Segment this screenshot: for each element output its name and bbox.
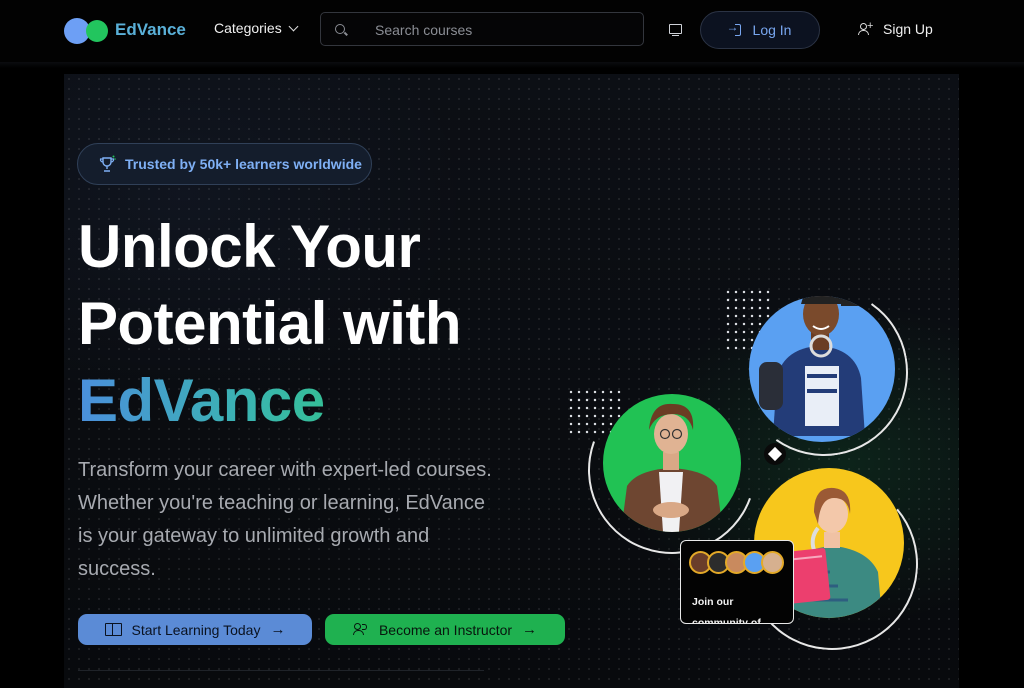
student-photo xyxy=(749,296,895,442)
search-input[interactable] xyxy=(373,13,637,47)
hero-description: Transform your career with expert-led co… xyxy=(78,459,492,580)
hero-section: Trusted by 50k+ learners worldwide Unloc… xyxy=(64,74,959,688)
navbar-shadow xyxy=(0,62,1024,68)
signup-button[interactable]: Sign Up xyxy=(858,20,933,37)
chevron-down-icon xyxy=(288,21,299,31)
monitor-icon[interactable] xyxy=(669,24,682,37)
start-learning-label: Start Learning Today xyxy=(131,621,261,638)
login-label: Log In xyxy=(752,22,792,38)
hero-headline: Unlock Your Potential with EdVance xyxy=(78,208,462,439)
hero-divider xyxy=(78,670,484,671)
categories-dropdown[interactable]: Categories xyxy=(214,20,299,36)
logo-green-dot-icon xyxy=(86,20,108,42)
categories-label: Categories xyxy=(214,20,282,36)
headline-brand: EdVance xyxy=(78,362,461,439)
headline-line-2: Potential with xyxy=(78,290,462,357)
diamond-icon xyxy=(767,446,783,462)
arrow-right-icon: → xyxy=(270,621,286,638)
arrow-right-icon: → xyxy=(522,621,538,638)
users-icon xyxy=(352,623,369,636)
trust-badge-text: Trusted by 50k+ learners worldwide xyxy=(125,156,362,172)
trust-badge: Trusted by 50k+ learners worldwide xyxy=(77,143,372,185)
search-box xyxy=(320,12,644,47)
community-card: Join our community of xyxy=(680,540,794,624)
teacher-figure xyxy=(621,403,723,532)
avatar-stack xyxy=(689,551,784,574)
trophy-icon xyxy=(99,155,116,172)
top-navbar: EdVance Categories Log In Sign Up xyxy=(0,0,1024,63)
become-instructor-label: Become an Instructor xyxy=(378,621,513,638)
brand-name: EdVance xyxy=(115,20,186,39)
book-icon xyxy=(104,623,122,636)
start-learning-button[interactable]: Start Learning Today → xyxy=(78,614,312,645)
login-button[interactable]: Log In xyxy=(700,11,820,49)
teacher-photo xyxy=(603,394,741,532)
login-icon xyxy=(727,20,741,36)
headline-line-1: Unlock Your xyxy=(78,213,421,280)
avatar xyxy=(761,551,784,574)
become-instructor-button[interactable]: Become an Instructor → xyxy=(325,614,565,645)
diamond-badge xyxy=(764,443,786,465)
search-icon[interactable] xyxy=(335,24,345,34)
community-text: Join our community of xyxy=(692,596,761,624)
student-figure xyxy=(759,296,865,436)
user-plus-icon xyxy=(858,20,873,35)
signup-label: Sign Up xyxy=(883,21,933,37)
